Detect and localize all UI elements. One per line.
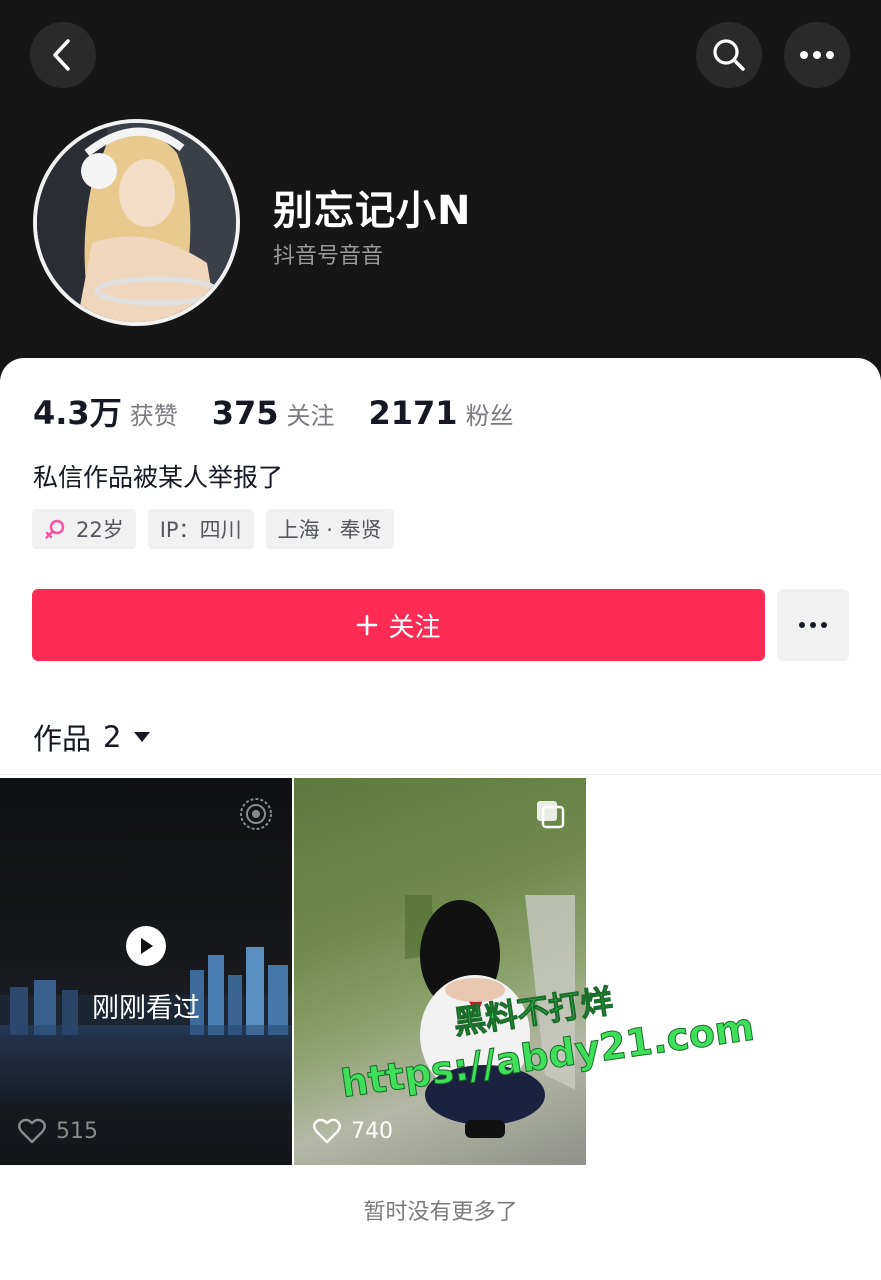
stat-value: 2171 <box>368 394 458 432</box>
ip-tag: IP：四川 <box>147 509 254 549</box>
likes-count: 515 <box>56 1118 98 1144</box>
multi-image-icon <box>537 801 565 829</box>
female-icon <box>44 518 66 540</box>
profile-more-button[interactable] <box>777 589 849 661</box>
douyin-id: 抖音号音音 <box>273 244 384 269</box>
more-dots-icon <box>800 51 834 59</box>
back-button[interactable] <box>30 22 96 88</box>
more-dots-icon <box>799 622 827 628</box>
stat-label: 关注 <box>286 402 335 430</box>
profile-nickname: 别忘记小N <box>273 188 472 234</box>
heart-icon <box>313 1118 341 1144</box>
follow-button[interactable]: 关注 <box>32 589 765 661</box>
works-tab-label: 作品 <box>33 722 92 756</box>
location-tag: 上海 · 奉贤 <box>265 509 394 549</box>
search-icon <box>713 39 745 71</box>
avatar[interactable] <box>33 119 240 326</box>
profile-bio: 私信作品被某人举报了 <box>33 463 284 492</box>
stat-label: 获赞 <box>129 402 178 430</box>
stats-row: 4.3万 获赞 375 关注 2171 粉丝 <box>33 388 548 434</box>
profile-tags: 22岁 IP：四川 上海 · 奉贤 <box>32 509 406 549</box>
recently-viewed-label: 刚刚看过 <box>92 993 200 1024</box>
stat-followers[interactable]: 2171 粉丝 <box>369 394 514 432</box>
water-reflection <box>0 1025 292 1105</box>
search-button[interactable] <box>696 22 762 88</box>
works-tab[interactable]: 作品 2 <box>33 716 151 758</box>
live-icon <box>240 798 272 830</box>
stat-following[interactable]: 375 关注 <box>212 394 335 432</box>
follow-label: 关注 <box>388 612 441 643</box>
avatar-image <box>37 123 236 322</box>
play-icon <box>126 926 166 966</box>
age-text: 22岁 <box>76 518 124 542</box>
stat-likes[interactable]: 4.3万 获赞 <box>33 388 178 434</box>
caret-down-icon <box>133 730 151 744</box>
no-more-content-text: 暂时没有更多了 <box>363 1200 518 1225</box>
heart-icon <box>18 1118 46 1144</box>
stat-value: 4.3万 <box>33 394 122 432</box>
chevron-left-icon <box>53 39 70 71</box>
age-tag: 22岁 <box>32 509 136 549</box>
more-options-button[interactable] <box>784 22 850 88</box>
video-likes-1: 515 <box>18 1118 98 1144</box>
stat-label: 粉丝 <box>465 402 514 430</box>
works-count: 2 <box>103 720 122 754</box>
stat-value: 375 <box>211 394 279 432</box>
plus-icon <box>356 614 378 636</box>
divider <box>0 774 881 775</box>
